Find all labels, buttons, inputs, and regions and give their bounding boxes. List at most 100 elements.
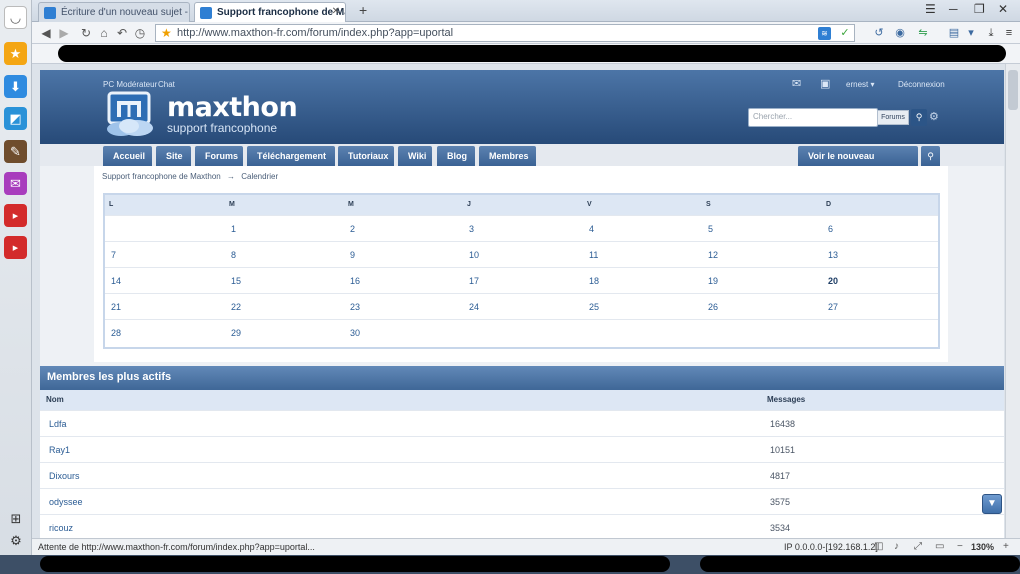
calendar-day[interactable]: 3 [469, 224, 474, 234]
calendar-day[interactable]: 30 [350, 328, 360, 338]
refresh-icon[interactable]: ↻ [78, 25, 94, 41]
history-clock-icon[interactable]: ◷ [132, 25, 148, 41]
screenshot-camera-icon[interactable]: ◉ [892, 25, 908, 41]
mail-icon[interactable]: ✉ [4, 172, 27, 195]
close-tab-icon[interactable]: ✕ [332, 6, 340, 17]
volume-icon[interactable]: ♪ [894, 541, 899, 552]
calendar-day[interactable]: 6 [828, 224, 833, 234]
restore-icon[interactable]: ❐ [974, 2, 985, 16]
nav-tutoriaux[interactable]: Tutoriaux [338, 146, 394, 166]
undo-close-icon[interactable]: ↶ [114, 25, 130, 41]
contacts-icon[interactable]: ▣ [820, 77, 830, 90]
calendar-day[interactable]: 2 [350, 224, 355, 234]
address-bar[interactable]: ★ http://www.maxthon-fr.com/forum/index.… [155, 24, 855, 42]
browser-menu-icon[interactable]: ≡ [1001, 25, 1017, 41]
nav-wiki[interactable]: Wiki [398, 146, 432, 166]
search-scope-select[interactable]: Forums [877, 110, 909, 125]
new-tab-button[interactable]: + [359, 2, 367, 18]
location-pin-icon[interactable]: ⚲ [921, 146, 940, 166]
calendar-day[interactable]: 11 [589, 250, 598, 260]
zoom-in-icon[interactable]: + [1003, 541, 1009, 552]
calendar-day[interactable]: 25 [589, 302, 599, 312]
search-options-gear-icon[interactable]: ⚙ [929, 110, 939, 123]
user-menu[interactable]: ernest ▾ [846, 80, 874, 89]
calendar-day[interactable]: 22 [231, 302, 241, 312]
calendar-day[interactable]: 21 [111, 302, 121, 312]
scroll-to-top-icon[interactable]: ▼ [982, 494, 1002, 514]
nav-blog[interactable]: Blog [437, 146, 475, 166]
toolbar-dropdown-icon[interactable]: ▾ [963, 25, 979, 41]
calendar-day[interactable]: 17 [469, 276, 479, 286]
maxthon-logo-icon[interactable] [103, 91, 155, 137]
calendar-day[interactable]: 15 [231, 276, 241, 286]
rss-reader-icon[interactable]: ◩ [4, 107, 27, 130]
calendar-day[interactable]: 16 [350, 276, 360, 286]
calendar-day[interactable]: 14 [111, 276, 121, 286]
add-sidebar-icon[interactable]: ⊞ [9, 511, 23, 526]
back-arrow-icon[interactable]: ◀ [38, 25, 54, 41]
download-icon[interactable]: ⤓ [983, 25, 999, 41]
download-arrow-icon[interactable]: ⬇ [4, 75, 27, 98]
favorites-star-icon[interactable]: ★ [4, 42, 27, 65]
nav-accueil[interactable]: Accueil [103, 146, 152, 166]
nav-site[interactable]: Site [156, 146, 191, 166]
member-name-link[interactable]: Ray1 [49, 445, 70, 455]
calendar-day[interactable]: 19 [708, 276, 718, 286]
breadcrumb-home[interactable]: Support francophone de Maxthon [102, 172, 221, 181]
home-icon[interactable]: ⌂ [96, 25, 112, 41]
nav-forums[interactable]: Forums [195, 146, 243, 166]
reader-mode-icon[interactable]: ≋ [818, 27, 831, 40]
youtube-icon[interactable]: ▶ [4, 236, 27, 259]
moderator-cp-link[interactable]: PC Modérateur [103, 80, 157, 89]
minimize-icon[interactable]: ─ [949, 2, 958, 16]
nav-membres[interactable]: Membres [479, 146, 536, 166]
calendar-day[interactable]: 1 [231, 224, 236, 234]
page-scrollbar[interactable] [1005, 64, 1020, 538]
tab-support-francophone[interactable]: Support francophone de Maxth... ✕ [194, 2, 346, 22]
calendar-day[interactable]: 23 [350, 302, 360, 312]
calendar-day[interactable]: 29 [231, 328, 241, 338]
member-name-link[interactable]: ricouz [49, 523, 73, 533]
calendar-day[interactable]: 26 [708, 302, 718, 312]
calendar-day[interactable]: 8 [231, 250, 236, 260]
forward-arrow-icon[interactable]: ▶ [56, 25, 72, 41]
youtube-small-icon[interactable]: ▶ [4, 204, 27, 227]
notes-icon[interactable]: ✎ [4, 140, 27, 163]
resource-sniffer-icon[interactable]: ✓ [837, 25, 853, 41]
view-new-content-button[interactable]: Voir le nouveau contenu [798, 146, 918, 181]
calendar-day[interactable]: 12 [708, 250, 718, 260]
calendar-day[interactable]: 28 [111, 328, 121, 338]
view-icon[interactable]: ▭ [935, 541, 944, 552]
logout-link[interactable]: Déconnexion [898, 80, 945, 89]
calendar-day[interactable]: 13 [828, 250, 838, 260]
smiley-icon[interactable]: ◡ [4, 6, 27, 29]
calendar-day[interactable]: 5 [708, 224, 713, 234]
split-screen-icon[interactable]: ⇋ [915, 25, 931, 41]
calendar-day[interactable]: 4 [589, 224, 594, 234]
sidebar-settings-gear-icon[interactable]: ⚙ [9, 533, 23, 548]
nav-telechargement[interactable]: Téléchargement [247, 146, 335, 166]
tab-new-topic[interactable]: Écriture d'un nouveau sujet - Suppo... [38, 2, 190, 22]
close-window-icon[interactable]: ✕ [998, 2, 1008, 16]
search-icon[interactable]: ⚲ [911, 109, 927, 126]
zoom-out-icon[interactable]: − [957, 541, 963, 552]
fullscreen-icon[interactable]: ⤢ [914, 541, 922, 552]
notes-toolbar-icon[interactable]: ▤ [946, 25, 962, 41]
screen-capture-icon[interactable]: ◫ [874, 541, 883, 552]
calendar-day[interactable]: 10 [469, 250, 479, 260]
calendar-day[interactable]: 27 [828, 302, 838, 312]
scroll-thumb[interactable] [1008, 70, 1018, 110]
calendar-day[interactable]: 24 [469, 302, 479, 312]
menu-icon[interactable]: ☰ [925, 2, 936, 16]
calendar-day[interactable]: 7 [111, 250, 116, 260]
calendar-day[interactable]: 20 [828, 276, 838, 286]
rss-icon[interactable]: ↺ [871, 25, 887, 41]
member-name-link[interactable]: Ldfa [49, 419, 67, 429]
calendar-day[interactable]: 18 [589, 276, 599, 286]
calendar-day[interactable]: 9 [350, 250, 355, 260]
zoom-level[interactable]: 130% [971, 542, 994, 552]
member-name-link[interactable]: odyssee [49, 497, 83, 507]
messages-envelope-icon[interactable]: ✉ [792, 77, 801, 90]
member-name-link[interactable]: Dixours [49, 471, 80, 481]
chat-link[interactable]: Chat [158, 80, 175, 89]
